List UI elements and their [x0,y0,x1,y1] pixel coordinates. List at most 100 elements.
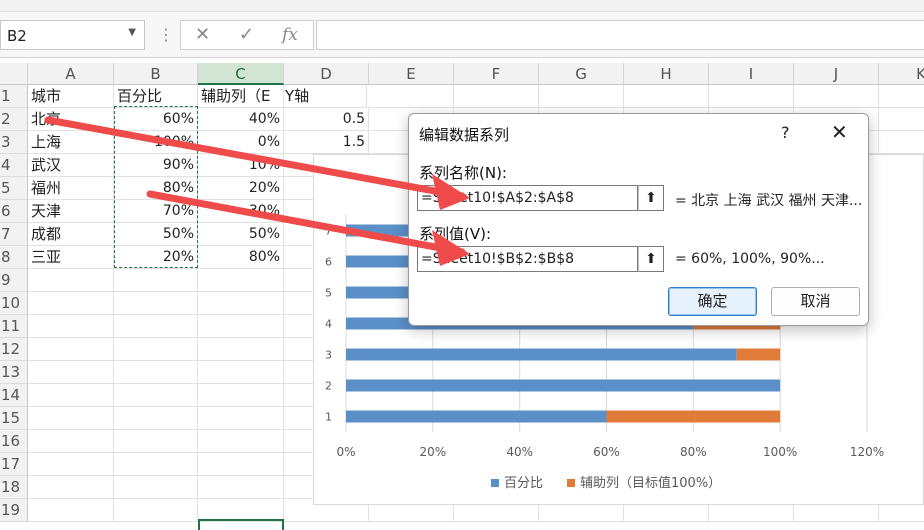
cell-j1[interactable] [794,85,879,108]
cell-b15[interactable] [114,407,198,430]
cell-a14[interactable] [28,384,114,407]
cell-a8[interactable]: 三亚 [28,246,114,269]
cell-c14[interactable] [198,384,284,407]
cell-b7[interactable]: 50% [114,223,198,246]
column-header-b[interactable]: B [114,63,198,85]
cell-b1[interactable]: 百分比 [114,85,198,108]
cell-c4[interactable]: 10% [198,154,284,177]
cell-c8[interactable]: 80% [198,246,284,269]
cell-b19[interactable] [114,499,198,522]
row-header-7[interactable]: 7 [0,223,28,246]
column-header-d[interactable]: D [284,63,369,85]
cell-b17[interactable] [114,453,198,476]
row-header-10[interactable]: 10 [0,292,28,315]
column-header-f[interactable]: F [454,63,539,85]
cell-b13[interactable] [114,361,198,384]
cell-b16[interactable] [114,430,198,453]
column-header-k[interactable]: K [879,63,924,85]
row-header-4[interactable]: 4 [0,154,28,177]
cell-a9[interactable] [28,269,114,292]
cell-a5[interactable]: 福州 [28,177,114,200]
column-header-i[interactable]: I [709,63,794,85]
cell-c3[interactable]: 0% [198,131,284,154]
cell-a2[interactable]: 北京 [28,108,114,131]
cell-a3[interactable]: 上海 [28,131,114,154]
more-options-icon[interactable]: ⋮ [158,25,174,44]
cell-c9[interactable] [198,269,284,292]
row-header-17[interactable]: 17 [0,453,28,476]
column-header-e[interactable]: E [369,63,454,85]
insert-function-icon[interactable]: fx [282,25,298,45]
row-header-8[interactable]: 8 [0,246,28,269]
cell-c5[interactable]: 20% [198,177,284,200]
row-header-15[interactable]: 15 [0,407,28,430]
cell-k1[interactable] [879,85,924,108]
cell-c6[interactable]: 30% [198,200,284,223]
cell-a19[interactable] [28,499,114,522]
cell-a15[interactable] [28,407,114,430]
cell-a11[interactable] [28,315,114,338]
cell-b6[interactable]: 70% [114,200,198,223]
cell-d1[interactable]: Y轴 [282,85,367,108]
column-header-g[interactable]: G [539,63,624,85]
cell-g1[interactable] [539,85,624,108]
cell-c17[interactable] [198,453,284,476]
cell-b10[interactable] [114,292,198,315]
cell-b2[interactable]: 60% [114,108,198,131]
row-header-14[interactable]: 14 [0,384,28,407]
cell-b4[interactable]: 90% [114,154,198,177]
cell-e1[interactable] [369,85,454,108]
cell-a10[interactable] [28,292,114,315]
cell-c19[interactable] [198,499,284,522]
row-header-6[interactable]: 6 [0,200,28,223]
cell-b11[interactable] [114,315,198,338]
row-header-11[interactable]: 11 [0,315,28,338]
row-header-18[interactable]: 18 [0,476,28,499]
name-box[interactable]: B2 ▼ [0,20,145,50]
cell-c12[interactable] [198,338,284,361]
cell-c2[interactable]: 40% [198,108,284,131]
cell-a1[interactable]: 城市 [28,85,114,108]
cell-c1[interactable]: 辅助列（E [198,85,284,108]
ok-button[interactable]: 确定 [668,287,757,316]
cell-d2[interactable]: 0.5 [284,108,369,131]
select-all-corner[interactable] [0,63,28,85]
close-icon[interactable]: ✕ [831,120,848,144]
cell-c16[interactable] [198,430,284,453]
confirm-check-icon[interactable]: ✓ [239,24,254,45]
cell-a6[interactable]: 天津 [28,200,114,223]
cell-c13[interactable] [198,361,284,384]
cancel-button[interactable]: 取消 [771,287,860,316]
cell-d3[interactable]: 1.5 [284,131,369,154]
cell-k3[interactable] [879,131,924,154]
cell-c7[interactable]: 50% [198,223,284,246]
help-icon[interactable]: ? [781,123,790,142]
collapse-dialog-icon[interactable]: ⬆ [638,246,664,272]
cell-i1[interactable] [709,85,794,108]
cell-c18[interactable] [198,476,284,499]
row-header-9[interactable]: 9 [0,269,28,292]
row-header-2[interactable]: 2 [0,108,28,131]
series-values-input[interactable]: =Sheet10!$B$2:$B$8 [417,246,638,272]
cell-a13[interactable] [28,361,114,384]
collapse-dialog-icon[interactable]: ⬆ [638,185,664,211]
cell-b9[interactable] [114,269,198,292]
row-header-16[interactable]: 16 [0,430,28,453]
column-header-j[interactable]: J [794,63,879,85]
cell-b18[interactable] [114,476,198,499]
row-header-19[interactable]: 19 [0,499,28,522]
cell-a16[interactable] [28,430,114,453]
formula-input[interactable] [316,20,924,50]
cell-b12[interactable] [114,338,198,361]
row-header-1[interactable]: 1 [0,85,28,108]
cell-a7[interactable]: 成都 [28,223,114,246]
cell-c11[interactable] [198,315,284,338]
row-header-12[interactable]: 12 [0,338,28,361]
cell-a4[interactable]: 武汉 [28,154,114,177]
cell-b3[interactable]: 100% [114,131,198,154]
column-header-h[interactable]: H [624,63,709,85]
chevron-down-icon[interactable]: ▼ [128,27,136,38]
column-header-c[interactable]: C [198,63,284,85]
row-header-3[interactable]: 3 [0,131,28,154]
cell-h1[interactable] [624,85,709,108]
